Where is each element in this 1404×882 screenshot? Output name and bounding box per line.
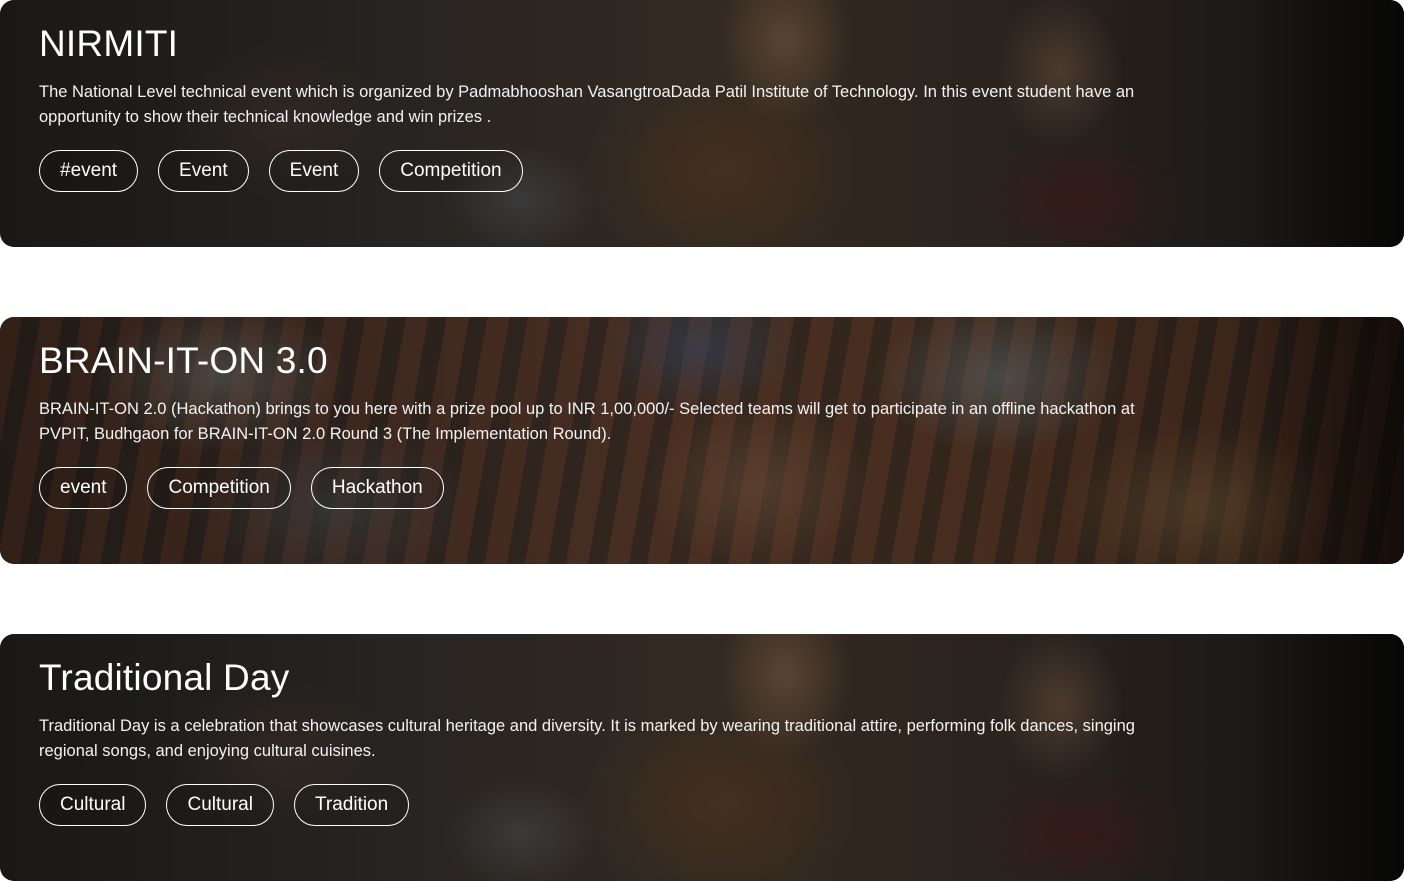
event-description: The National Level technical event which…: [39, 83, 1135, 126]
event-tags: #event Event Event Competition: [39, 150, 1149, 192]
tag-button[interactable]: Cultural: [166, 784, 274, 826]
tag-button[interactable]: Cultural: [39, 784, 147, 826]
event-card-content: NIRMITI The National Level technical eve…: [39, 22, 1149, 192]
event-title: BRAIN-IT-ON 3.0: [39, 340, 328, 381]
event-tags: Cultural Cultural Tradition: [39, 784, 1149, 826]
tag-button[interactable]: Competition: [379, 150, 523, 192]
event-card-brain-it-on[interactable]: BRAIN-IT-ON 3.0 BRAIN-IT-ON 2.0 (Hackath…: [0, 317, 1404, 564]
tag-button[interactable]: Competition: [147, 467, 291, 509]
event-card-content: BRAIN-IT-ON 3.0 BRAIN-IT-ON 2.0 (Hackath…: [39, 339, 1149, 509]
event-title: Traditional Day: [39, 657, 290, 698]
event-description: BRAIN-IT-ON 2.0 (Hackathon) brings to yo…: [39, 400, 1135, 443]
tag-button[interactable]: Event: [158, 150, 249, 192]
event-description: Traditional Day is a celebration that sh…: [39, 717, 1135, 760]
tag-button[interactable]: Hackathon: [310, 467, 444, 509]
tag-button[interactable]: Event: [268, 150, 360, 192]
event-tags: event Competition Hackathon: [39, 467, 1149, 509]
event-card-nirmiti[interactable]: NIRMITI The National Level technical eve…: [0, 0, 1404, 247]
event-card-content: Traditional Day Traditional Day is a cel…: [39, 656, 1149, 826]
tag-button[interactable]: Tradition: [293, 784, 410, 826]
event-card-traditional-day[interactable]: Traditional Day Traditional Day is a cel…: [0, 634, 1404, 881]
tag-button[interactable]: #event: [39, 150, 139, 192]
tag-button[interactable]: event: [39, 467, 128, 509]
event-title: NIRMITI: [39, 23, 179, 64]
